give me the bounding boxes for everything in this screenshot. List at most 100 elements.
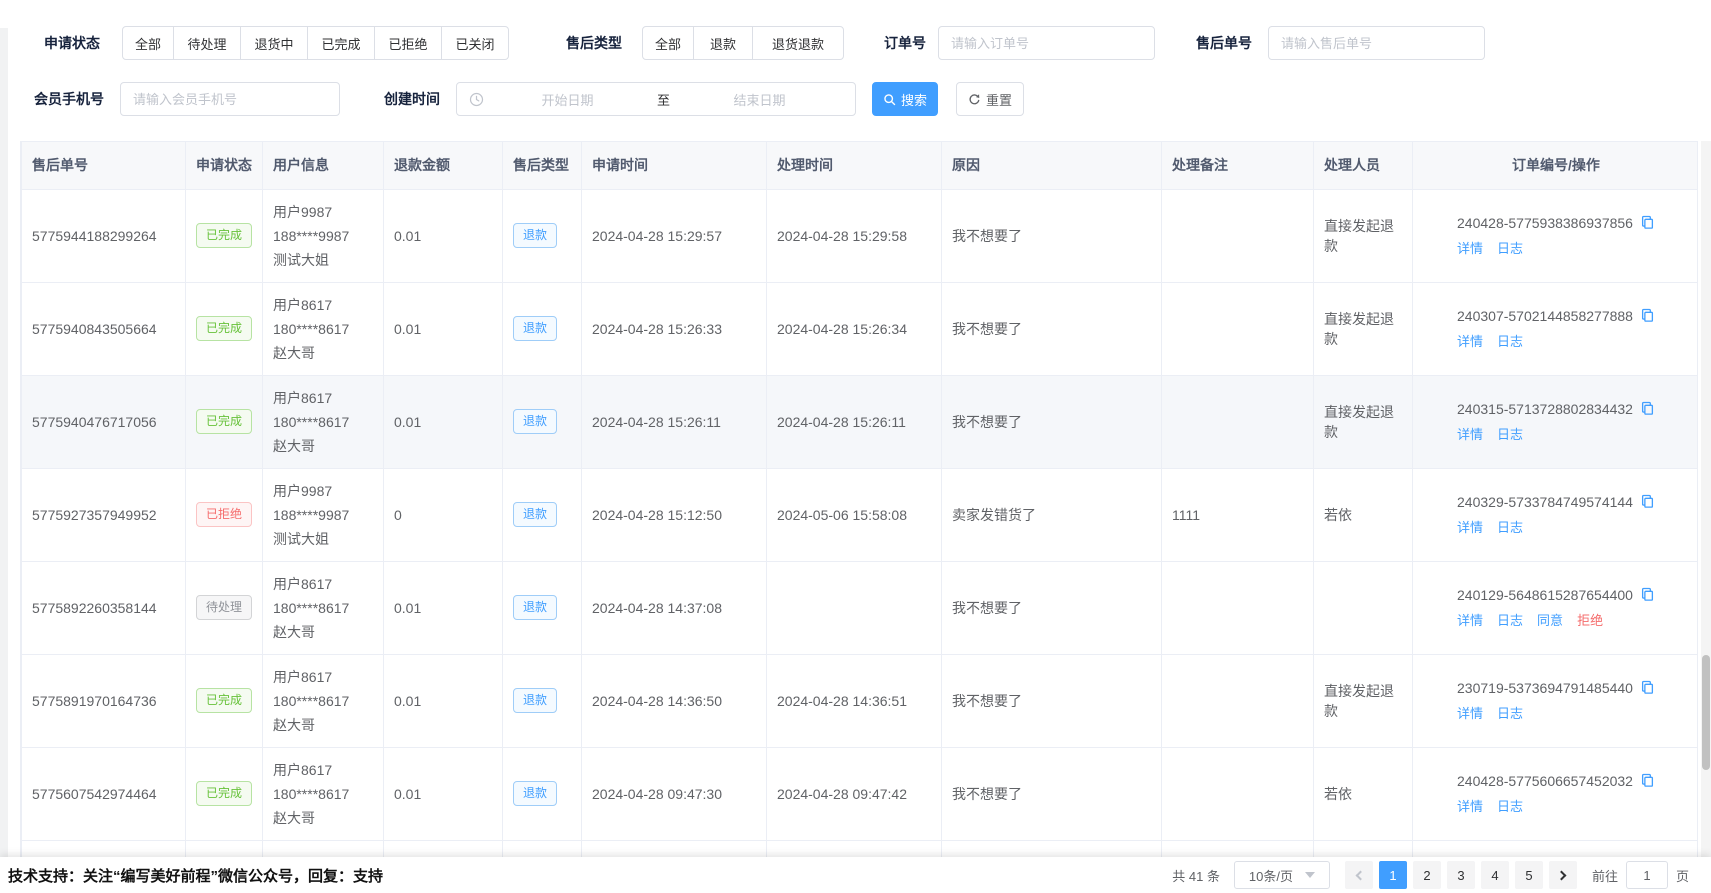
cell-remark — [1162, 282, 1314, 375]
status-tag: 已拒绝 — [196, 502, 252, 527]
start-date-placeholder: 开始日期 — [484, 90, 651, 109]
cell-handle-time: 2024-05-06 15:58:08 — [767, 468, 942, 561]
action-link-详情[interactable]: 详情 — [1457, 238, 1483, 257]
cell-remark — [1162, 840, 1314, 857]
cell-handler: 直接发起退款 — [1314, 282, 1413, 375]
action-link-日志[interactable]: 日志 — [1497, 517, 1523, 536]
column-header-7: 原因 — [942, 142, 1162, 189]
cell-refund-amount: 0.01 — [384, 282, 503, 375]
footer-bar: 技术支持：关注“编写美好前程”微信公众号，回复：支持 共 41 条 10条/页 … — [0, 857, 1711, 893]
status-tag: 已完成 — [196, 223, 252, 248]
order-number: 240428-5775606657452032 — [1457, 773, 1633, 789]
search-button[interactable]: 搜索 — [872, 82, 938, 116]
total-count: 共 41 条 — [1172, 866, 1220, 885]
action-link-详情[interactable]: 详情 — [1457, 796, 1483, 815]
column-header-2: 用户信息 — [263, 142, 384, 189]
type-tag: 退款 — [513, 316, 557, 341]
page-button-3[interactable]: 3 — [1447, 861, 1475, 889]
cell-handler: 直接发起退款 — [1314, 375, 1413, 468]
action-link-详情[interactable]: 详情 — [1457, 517, 1483, 536]
copy-icon[interactable] — [1640, 587, 1655, 602]
status-option-0[interactable]: 全部 — [122, 26, 174, 60]
type-tag: 退款 — [513, 595, 557, 620]
table-row: 5775892260358144 待处理 用户8617180****8617赵大… — [22, 561, 1699, 654]
type-option-0[interactable]: 全部 — [642, 26, 694, 60]
cell-reason: 我不想要了 — [942, 375, 1162, 468]
status-option-5[interactable]: 已关闭 — [441, 26, 509, 60]
action-link-日志[interactable]: 日志 — [1497, 610, 1523, 629]
copy-icon[interactable] — [1640, 494, 1655, 509]
page-button-5[interactable]: 5 — [1515, 861, 1543, 889]
date-separator: 至 — [651, 90, 676, 109]
table-header-row: 售后单号申请状态用户信息退款金额售后类型申请时间处理时间原因处理备注处理人员订单… — [22, 142, 1699, 189]
status-option-2[interactable]: 退货中 — [240, 26, 308, 60]
order-number: 240129-5648615287654400 — [1457, 587, 1633, 603]
vertical-scrollbar-thumb[interactable] — [1702, 655, 1710, 770]
cell-handle-time: 2024-04-28 15:29:58 — [767, 189, 942, 282]
status-option-1[interactable]: 待处理 — [173, 26, 241, 60]
action-link-日志[interactable]: 日志 — [1497, 703, 1523, 722]
cell-order-op: 240428-5775606657452032 详情日志 — [1413, 747, 1699, 840]
page-button-4[interactable]: 4 — [1481, 861, 1509, 889]
copy-icon[interactable] — [1640, 773, 1655, 788]
cell-status: 已完成 — [186, 747, 263, 840]
cell-handler: 直接发起退款 — [1314, 189, 1413, 282]
copy-icon[interactable] — [1640, 308, 1655, 323]
cell-status: 已拒绝 — [186, 468, 263, 561]
status-option-4[interactable]: 已拒绝 — [374, 26, 442, 60]
status-tag: 待处理 — [196, 595, 252, 620]
page-button-1[interactable]: 1 — [1379, 861, 1407, 889]
cell-handle-time — [767, 840, 942, 857]
row-actions: 详情日志 — [1457, 703, 1655, 722]
phone-input[interactable] — [120, 82, 340, 116]
page-button-2[interactable]: 2 — [1413, 861, 1441, 889]
status-option-3[interactable]: 已完成 — [307, 26, 375, 60]
cell-status: 待处理 — [186, 561, 263, 654]
column-header-9: 处理人员 — [1314, 142, 1413, 189]
page-size-select[interactable]: 10条/页 — [1234, 861, 1330, 889]
cell-remark — [1162, 375, 1314, 468]
copy-icon[interactable] — [1640, 680, 1655, 695]
cell-status: 已完成 — [186, 375, 263, 468]
goto-page-input[interactable] — [1626, 861, 1668, 889]
action-link-日志[interactable]: 日志 — [1497, 331, 1523, 350]
cell-order-op: 240428-5775938386937856 详情日志 — [1413, 189, 1699, 282]
action-link-详情[interactable]: 详情 — [1457, 331, 1483, 350]
reset-button[interactable]: 重置 — [956, 82, 1024, 116]
cell-type: 退款 — [503, 840, 582, 857]
action-link-同意[interactable]: 同意 — [1537, 610, 1563, 629]
action-link-日志[interactable]: 日志 — [1497, 796, 1523, 815]
action-link-详情[interactable]: 详情 — [1457, 703, 1483, 722]
cell-order-op: 240315-5713728802834432 详情日志 — [1413, 375, 1699, 468]
status-tag: 已完成 — [196, 781, 252, 806]
action-link-详情[interactable]: 详情 — [1457, 424, 1483, 443]
after-sales-table: 售后单号申请状态用户信息退款金额售后类型申请时间处理时间原因处理备注处理人员订单… — [20, 141, 1698, 857]
cell-apply-time: 2024-04-28 14:37:08 — [582, 561, 767, 654]
service-no-input[interactable] — [1268, 26, 1485, 60]
type-filter-group: 全部退款退货退款 — [642, 26, 844, 60]
date-range-picker[interactable]: 开始日期 至 结束日期 — [456, 82, 856, 116]
action-link-日志[interactable]: 日志 — [1497, 238, 1523, 257]
cell-handler: 直接发起退款 — [1314, 840, 1413, 857]
cell-user-info: 用户8617180****8617赵大哥 — [263, 282, 384, 375]
order-no-input[interactable] — [938, 26, 1155, 60]
cell-refund-amount: 0.01 — [384, 654, 503, 747]
status-tag: 已完成 — [196, 688, 252, 713]
action-link-日志[interactable]: 日志 — [1497, 424, 1523, 443]
created-time-label: 创建时间 — [384, 82, 440, 116]
cell-status: 已完成 — [186, 282, 263, 375]
cell-handler: 直接发起退款 — [1314, 654, 1413, 747]
prev-page-button[interactable] — [1345, 861, 1373, 889]
action-link-详情[interactable]: 详情 — [1457, 610, 1483, 629]
type-option-1[interactable]: 退款 — [693, 26, 753, 60]
table-row: 5775944188299264 已完成 用户9987188****9987测试… — [22, 189, 1699, 282]
status-filter-label: 申请状态 — [44, 26, 100, 60]
type-option-2[interactable]: 退货退款 — [752, 26, 844, 60]
copy-icon[interactable] — [1640, 215, 1655, 230]
cell-refund-amount: 0.01 — [384, 747, 503, 840]
cell-apply-time: 2024-04-28 15:29:57 — [582, 189, 767, 282]
action-link-拒绝[interactable]: 拒绝 — [1577, 610, 1603, 629]
type-tag: 退款 — [513, 502, 557, 527]
copy-icon[interactable] — [1640, 401, 1655, 416]
next-page-button[interactable] — [1549, 861, 1577, 889]
